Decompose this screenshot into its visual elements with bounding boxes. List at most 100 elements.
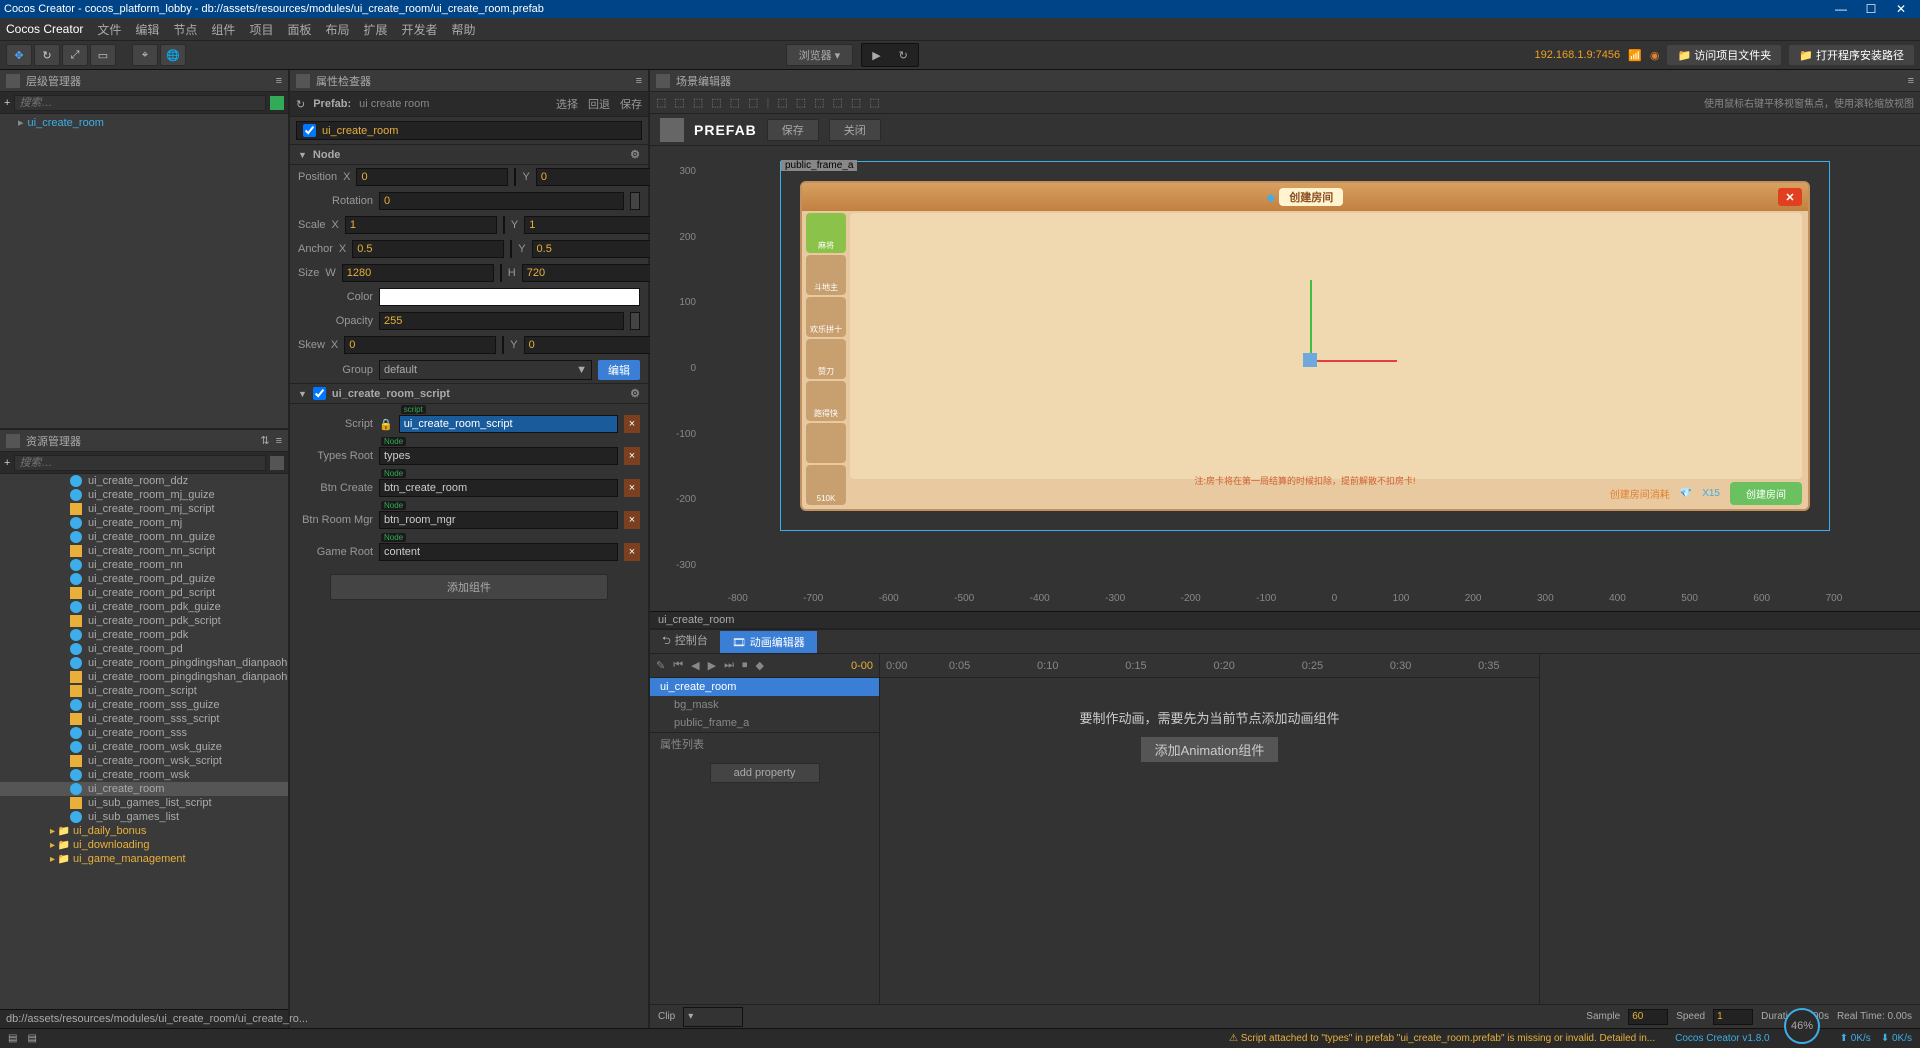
asset-item[interactable]: ui_create_room_pd <box>0 642 288 656</box>
gameroot-ref[interactable]: content <box>379 543 618 561</box>
dist-v-icon[interactable]: ⬚ <box>796 96 806 109</box>
menu-extension[interactable]: 扩展 <box>363 21 387 38</box>
asset-item[interactable]: ui_create_room_ddz <box>0 474 288 488</box>
anim-play-icon[interactable]: ▶ <box>708 659 716 672</box>
dist-3-icon[interactable]: ⬚ <box>814 96 824 109</box>
btnroom-ref[interactable]: btn_room_mgr <box>379 511 618 529</box>
status-log-icon[interactable]: ▤ <box>27 1033 36 1044</box>
game-tab[interactable] <box>806 423 846 463</box>
tool-move[interactable]: ✥ <box>6 44 32 66</box>
status-warning[interactable]: ⚠ Script attached to "types" in prefab "… <box>1229 1033 1655 1044</box>
node-section-header[interactable]: Node⚙ <box>290 144 648 165</box>
asset-item[interactable]: ui_create_room_mj <box>0 516 288 530</box>
btncreate-clear[interactable]: × <box>624 479 640 497</box>
align-middle-icon[interactable]: ⬚ <box>730 96 740 109</box>
dist-4-icon[interactable]: ⬚ <box>833 96 843 109</box>
asset-folder[interactable]: ui_daily_bonus <box>0 824 288 838</box>
asset-item[interactable]: ui_create_room_wsk_script <box>0 754 288 768</box>
assets-add-icon[interactable]: + <box>4 457 10 469</box>
asset-folder[interactable]: ui_game_management <box>0 852 288 866</box>
assets-filter-icon[interactable] <box>270 456 284 470</box>
skew-x-input[interactable] <box>344 336 496 354</box>
hierarchy-root-node[interactable]: ui_create_room <box>0 114 288 131</box>
tool-rect[interactable]: ▭ <box>90 44 116 66</box>
game-tab[interactable]: 斗地主 <box>806 255 846 295</box>
game-tab[interactable]: 跑得快 <box>806 381 846 421</box>
anim-node-root[interactable]: ui_create_room <box>650 678 879 696</box>
asset-item[interactable]: ui_create_room_pd_script <box>0 586 288 600</box>
script-clear[interactable]: × <box>624 415 640 433</box>
hierarchy-search-input[interactable] <box>14 95 266 111</box>
anim-first-icon[interactable]: ⏮ <box>673 659 683 672</box>
opacity-input[interactable] <box>379 312 624 330</box>
asset-item[interactable]: ui_create_room_pdk <box>0 628 288 642</box>
asset-item[interactable]: ui_sub_games_list <box>0 810 288 824</box>
asset-item[interactable]: ui_create_room_sss <box>0 726 288 740</box>
script-ref[interactable]: ui_create_room_script <box>399 415 618 433</box>
game-tab[interactable]: 赞刀 <box>806 339 846 379</box>
asset-item[interactable]: ui_create_room_wsk_guize <box>0 740 288 754</box>
tool-local[interactable]: 🌐 <box>160 44 186 66</box>
color-field[interactable] <box>379 288 640 306</box>
assets-sort-icon[interactable]: ⇅ <box>260 434 269 447</box>
link-revert[interactable]: 回退 <box>588 96 610 112</box>
link-select[interactable]: 选择 <box>556 96 578 112</box>
play-button[interactable]: ▶ <box>872 49 880 62</box>
scene-menu-icon[interactable]: ≡ <box>1908 75 1914 87</box>
types-clear[interactable]: × <box>624 447 640 465</box>
dist-5-icon[interactable]: ⬚ <box>851 96 861 109</box>
minimize-button[interactable]: — <box>1826 2 1856 16</box>
btnroom-clear[interactable]: × <box>624 511 640 529</box>
scene-canvas[interactable]: 3002001000-100-200-300 public_frame_a ◆ … <box>650 146 1920 611</box>
anim-edit-icon[interactable]: ✎ <box>656 659 665 672</box>
refresh-icon[interactable]: ↻ <box>296 98 305 111</box>
asset-item[interactable]: ui_create_room_pingdingshan_dianpaohu <box>0 656 288 670</box>
gear-icon[interactable]: ⚙ <box>630 387 640 400</box>
add-component-button[interactable]: 添加组件 <box>330 574 608 600</box>
hierarchy-filter-icon[interactable] <box>270 96 284 110</box>
speed-input[interactable] <box>1713 1009 1753 1025</box>
asset-item[interactable]: ui_create_room_script <box>0 684 288 698</box>
asset-item[interactable]: ui_create_room_pdk_script <box>0 614 288 628</box>
tool-scale[interactable]: ⤢ <box>62 44 88 66</box>
assets-menu-icon[interactable]: ≡ <box>276 435 282 447</box>
dist-h-icon[interactable]: ⬚ <box>777 96 787 109</box>
hierarchy-menu-icon[interactable]: ≡ <box>276 75 282 87</box>
anim-event-icon[interactable]: ◆ <box>755 659 763 672</box>
align-left-icon[interactable]: ⬚ <box>656 96 666 109</box>
asset-item[interactable]: ui_create_room <box>0 782 288 796</box>
types-ref[interactable]: types <box>379 447 618 465</box>
scale-x-input[interactable] <box>345 216 497 234</box>
size-w-input[interactable] <box>342 264 494 282</box>
anim-prev-icon[interactable]: ◀ <box>691 659 699 672</box>
anim-node-bgmask[interactable]: bg_mask <box>650 696 879 714</box>
group-select[interactable]: default▼ <box>379 360 592 380</box>
align-top-icon[interactable]: ⬚ <box>711 96 721 109</box>
anim-node-frame[interactable]: public_frame_a <box>650 714 879 732</box>
pos-x-input[interactable] <box>356 168 508 186</box>
asset-folder[interactable]: ui_downloading <box>0 838 288 852</box>
node-name[interactable]: ui_create_room <box>322 125 398 137</box>
menu-panel[interactable]: 面板 <box>287 21 311 38</box>
menu-file[interactable]: 文件 <box>97 21 121 38</box>
animation-tab[interactable]: 🎞动画编辑器 <box>720 631 817 653</box>
script-section-header[interactable]: ui_create_room_script⚙ <box>290 383 648 404</box>
dist-6-icon[interactable]: ⬚ <box>869 96 879 109</box>
game-tab[interactable]: 麻将 <box>806 213 846 253</box>
open-project-folder-button[interactable]: 📁 访问项目文件夹 <box>1667 45 1781 65</box>
node-active-checkbox[interactable] <box>303 124 316 137</box>
reload-button[interactable]: ↻ <box>899 49 908 62</box>
anim-stop-icon[interactable]: ⏹ <box>742 659 748 672</box>
tool-rotate[interactable]: ↻ <box>34 44 60 66</box>
tool-anchor[interactable]: ⌖ <box>132 44 158 66</box>
menu-project[interactable]: 项目 <box>249 21 273 38</box>
clip-select[interactable]: ▾ <box>683 1007 743 1027</box>
rotation-input[interactable] <box>379 192 624 210</box>
status-console-icon[interactable]: ▤ <box>8 1033 17 1044</box>
asset-item[interactable]: ui_create_room_mj_guize <box>0 488 288 502</box>
asset-item[interactable]: ui_create_room_pingdingshan_dianpaohu <box>0 670 288 684</box>
btncreate-ref[interactable]: btn_create_room <box>379 479 618 497</box>
hierarchy-add-icon[interactable]: + <box>4 97 10 109</box>
asset-item[interactable]: ui_create_room_nn_guize <box>0 530 288 544</box>
add-property-button[interactable]: add property <box>710 763 820 783</box>
